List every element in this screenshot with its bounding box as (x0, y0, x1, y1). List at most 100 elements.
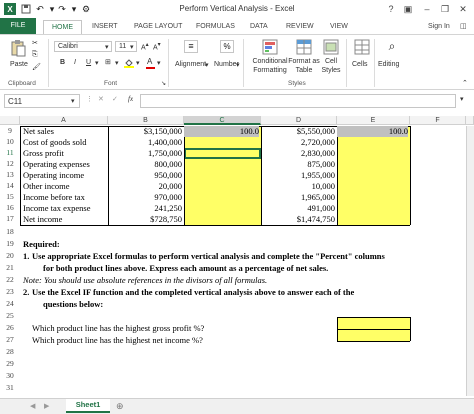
cell-styles-button[interactable]: Cell Styles (318, 57, 344, 75)
sign-in-link[interactable]: Sign In (428, 20, 450, 34)
row-number[interactable]: 19 (0, 239, 20, 248)
close-button[interactable]: ✕ (456, 2, 470, 16)
underline-button[interactable]: U (86, 59, 91, 66)
bold-button[interactable]: B (60, 59, 65, 66)
copy-icon[interactable]: ⎘ (32, 51, 38, 59)
sheet-tab-sheet1[interactable]: Sheet1 (66, 399, 110, 413)
line-item-label[interactable]: Cost of goods sold (23, 137, 87, 147)
help-button[interactable]: ? (384, 2, 398, 16)
tab-formulas[interactable]: FORMULAS (196, 20, 235, 34)
font-color-icon[interactable]: A (146, 57, 156, 69)
account-icon[interactable]: ◫ (460, 20, 467, 34)
column-header-e[interactable]: E (337, 116, 410, 125)
column-header-a[interactable]: A (20, 116, 108, 125)
chevron-down-icon[interactable]: ▾ (95, 59, 99, 67)
row-number[interactable]: 30 (0, 371, 20, 380)
product-b-amount[interactable]: 950,000 (108, 170, 182, 180)
row-number[interactable]: 26 (0, 323, 20, 332)
tab-data[interactable]: DATA (250, 20, 268, 34)
product-d-amount[interactable]: 2,720,000 (261, 137, 335, 147)
row-number[interactable]: 23 (0, 287, 20, 296)
product-d-amount[interactable]: 491,000 (261, 203, 335, 213)
format-painter-icon[interactable]: 🖌 (32, 63, 41, 71)
tab-page-layout[interactable]: PAGE LAYOUT (134, 20, 182, 34)
row-number[interactable]: 15 (0, 192, 20, 201)
add-sheet-icon[interactable]: ⊕ (116, 401, 124, 412)
question-1-line1[interactable]: Use appropriate Excel formulas to perfor… (32, 251, 385, 261)
format-as-table-button[interactable]: Format as Table (288, 57, 320, 75)
row-number[interactable]: 20 (0, 251, 20, 260)
row-number[interactable]: 18 (0, 227, 20, 236)
next-sheet-icon[interactable]: ▶ (44, 402, 49, 410)
row-number[interactable]: 24 (0, 299, 20, 308)
row-number[interactable]: 21 (0, 263, 20, 272)
row-number[interactable]: 31 (0, 383, 20, 392)
product-b-percent[interactable]: 100.0 (184, 126, 259, 137)
product-b-amount[interactable]: 1,400,000 (108, 137, 182, 147)
paste-button[interactable]: Paste (10, 61, 28, 68)
row-number[interactable]: 17 (0, 214, 20, 223)
cut-icon[interactable]: ✂ (32, 39, 38, 47)
binoculars-icon[interactable]: ⌕ (384, 39, 400, 55)
tab-review[interactable]: REVIEW (286, 20, 314, 34)
line-item-label[interactable]: Operating expenses (23, 159, 90, 169)
required-heading[interactable]: Required: (23, 239, 60, 249)
fill-color-icon[interactable] (124, 58, 134, 68)
product-b-amount[interactable]: 20,000 (108, 181, 182, 191)
question-net-income[interactable]: Which product line has the highest net i… (32, 335, 203, 345)
row-number[interactable]: 29 (0, 359, 20, 368)
cancel-icon[interactable]: ✕ (98, 95, 104, 103)
column-header-g[interactable] (466, 116, 474, 125)
line-item-label[interactable]: Income before tax (23, 192, 85, 202)
column-header-c[interactable]: C (184, 116, 261, 125)
tab-file[interactable]: FILE (0, 18, 36, 34)
note-text[interactable]: Note: You should use absolute references… (23, 275, 267, 285)
row-number[interactable]: 22 (0, 275, 20, 284)
font-size-select[interactable]: 11 ▾ (115, 41, 137, 52)
question-gross-profit[interactable]: Which product line has the highest gross… (32, 323, 204, 333)
row-number[interactable]: 25 (0, 311, 20, 320)
column-header-f[interactable]: F (410, 116, 466, 125)
format-as-table-icon[interactable] (296, 39, 312, 55)
product-b-amount[interactable]: 241,250 (108, 203, 182, 213)
select-all-corner[interactable] (0, 116, 20, 125)
minimize-button[interactable]: – (420, 2, 434, 16)
tab-view[interactable]: VIEW (330, 20, 348, 34)
line-item-label[interactable]: Net income (23, 214, 62, 224)
formula-input[interactable] (140, 94, 456, 108)
product-b-amount[interactable]: 1,750,000 (108, 148, 182, 158)
formula-bar-menu-icon[interactable]: ⋮ (86, 95, 93, 103)
row-number[interactable]: 14 (0, 181, 20, 190)
tab-home[interactable]: HOME (43, 20, 82, 34)
row-number[interactable]: 12 (0, 159, 20, 168)
increase-font-icon[interactable]: A▴ (141, 42, 149, 51)
insert-function-button[interactable]: fx (128, 95, 133, 103)
conditional-formatting-button[interactable]: Conditional Formatting (246, 57, 294, 75)
chevron-down-icon[interactable]: ▾ (115, 59, 119, 67)
line-item-label[interactable]: Gross profit (23, 148, 64, 158)
line-item-label[interactable]: Income tax expense (23, 203, 91, 213)
row-number[interactable]: 13 (0, 170, 20, 179)
row-number[interactable]: 9 (0, 126, 20, 135)
chevron-down-icon[interactable]: ▾ (136, 59, 140, 67)
number-format-icon[interactable]: % (220, 40, 234, 53)
product-b-amount[interactable]: $3,150,000 (108, 126, 182, 136)
product-d-amount[interactable]: 1,955,000 (261, 170, 335, 180)
question-1-line2[interactable]: for both product lines above. Express ea… (43, 263, 328, 273)
percent-column-c[interactable] (184, 126, 261, 225)
product-b-amount[interactable]: $728,750 (108, 214, 182, 224)
alignment-icon[interactable]: ≡ (184, 40, 198, 53)
borders-icon[interactable]: ⊞ (105, 58, 111, 66)
product-d-amount[interactable]: $1,474,750 (261, 214, 335, 224)
tab-insert[interactable]: INSERT (92, 20, 118, 34)
row-number[interactable]: 11 (0, 148, 20, 157)
product-d-amount[interactable]: 10,000 (261, 181, 335, 191)
product-d-amount[interactable]: 875,000 (261, 159, 335, 169)
chevron-down-icon[interactable]: ▾ (205, 61, 209, 69)
collapse-ribbon-icon[interactable]: ⌃ (462, 79, 468, 87)
restore-button[interactable]: ❐ (438, 2, 452, 16)
percent-column-e[interactable] (337, 126, 410, 225)
italic-button[interactable]: I (74, 59, 76, 66)
row-number[interactable]: 28 (0, 347, 20, 356)
expand-formula-bar-icon[interactable]: ▾ (460, 95, 464, 103)
